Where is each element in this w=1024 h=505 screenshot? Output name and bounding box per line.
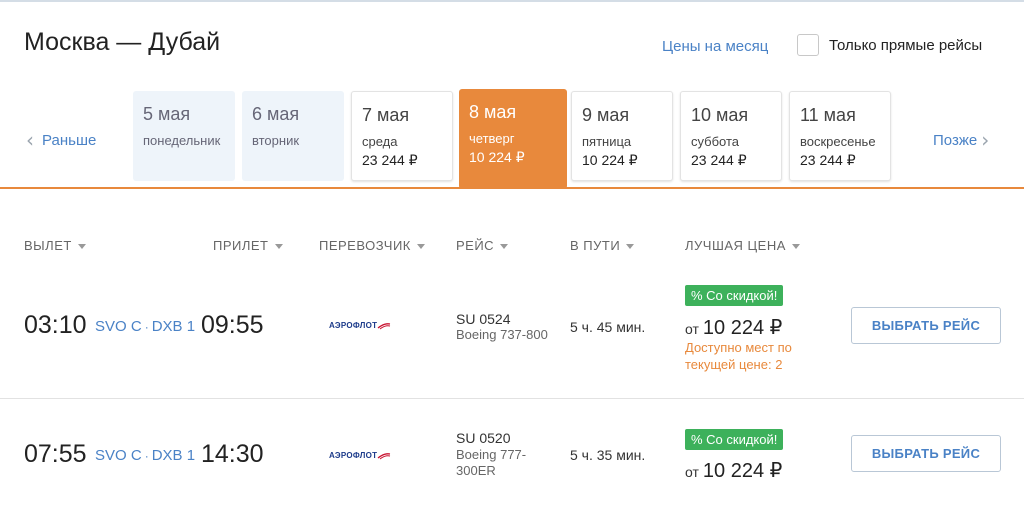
date-card-weekday: пятница — [582, 134, 632, 149]
date-card-date: 9 мая — [582, 105, 630, 125]
date-card-5[interactable]: 5 мая понедельник — [133, 91, 235, 181]
date-card-price: 23 244 ₽ — [691, 152, 747, 168]
date-card-6[interactable]: 6 мая вторник — [242, 91, 344, 181]
flight-number: SU 0524 — [456, 311, 511, 327]
earlier-dates-button[interactable]: ‹ Раньше — [26, 130, 96, 150]
date-card-date: 8 мая — [469, 102, 517, 122]
flight-number: SU 0520 — [456, 430, 511, 446]
from-airport: SVO C — [95, 318, 142, 335]
sort-arrow-icon — [791, 244, 800, 250]
sort-arrow-icon — [274, 244, 283, 250]
availability-note: Доступно мест по текущей цене: 2 — [685, 340, 792, 372]
flight-duration: 5 ч. 35 мин. — [570, 447, 646, 463]
wings-icon — [377, 452, 391, 459]
date-card-weekday: воскресенье — [800, 134, 876, 149]
airports-route: SVO C · DXB 1 — [95, 318, 195, 335]
sort-arrow-icon — [626, 244, 635, 250]
header-label: ВЫЛЕТ — [24, 238, 72, 253]
price-amount: 10 224 ₽ — [702, 460, 783, 482]
date-card-weekday: суббота — [691, 134, 740, 149]
to-airport: DXB 1 — [151, 318, 196, 335]
date-card-weekday: понедельник — [143, 133, 221, 148]
date-card-weekday: среда — [362, 134, 398, 149]
earlier-label: Раньше — [42, 131, 97, 149]
date-card-date: 6 мая — [252, 104, 300, 124]
chevron-right-icon: › — [981, 128, 990, 152]
date-card-8-selected[interactable]: 8 мая четверг 10 224 ₽ — [459, 89, 567, 189]
sort-arrow-icon — [77, 244, 86, 250]
sort-duration-header[interactable]: В ПУТИ — [570, 238, 635, 253]
flight-duration: 5 ч. 45 мин. — [570, 319, 646, 335]
sort-price-header[interactable]: ЛУЧШАЯ ЦЕНА — [685, 238, 800, 253]
chevron-left-icon: ‹ — [26, 128, 34, 152]
route-dot: · — [144, 449, 149, 463]
discount-badge: % Со скидкой! — [685, 285, 784, 306]
sort-arrow-icon — [416, 244, 425, 250]
date-card-weekday: четверг — [469, 131, 515, 146]
row-divider — [0, 398, 1024, 399]
date-card-price: 23 244 ₽ — [800, 152, 856, 168]
date-card-date: 7 мая — [362, 105, 410, 125]
header-label: В ПУТИ — [570, 238, 621, 253]
arrival-time: 09:55 — [201, 311, 264, 339]
from-airport: SVO C — [95, 447, 142, 464]
sort-flight-header[interactable]: РЕЙС — [456, 238, 509, 253]
price-amount: 10 224 ₽ — [702, 317, 783, 339]
header-label: РЕЙС — [456, 238, 495, 253]
airports-route: SVO C · DXB 1 — [95, 447, 195, 464]
date-card-11[interactable]: 11 мая воскресенье 23 244 ₽ — [789, 91, 891, 181]
to-airport: DXB 1 — [151, 447, 196, 464]
route-title: Москва — Дубай — [24, 28, 221, 56]
select-flight-button[interactable]: ВЫБРАТЬ РЕЙС — [851, 307, 1001, 344]
sort-arrow-icon — [500, 244, 509, 250]
aeroflot-logo: АЭРОФЛОТ — [329, 451, 391, 460]
price-prefix: от — [685, 464, 699, 480]
price-prefix: от — [685, 321, 699, 337]
arrival-time: 14:30 — [201, 440, 264, 468]
date-card-weekday: вторник — [252, 133, 300, 148]
date-card-9[interactable]: 9 мая пятница 10 224 ₽ — [571, 91, 673, 181]
aircraft-type: Boeing 737-800 — [456, 327, 548, 342]
direct-flights-toggle[interactable]: Только прямые рейсы — [797, 34, 982, 56]
header-label: ПРИЛЕТ — [213, 238, 269, 253]
header-label: ЛУЧШАЯ ЦЕНА — [685, 238, 786, 253]
sort-arrival-header[interactable]: ПРИЛЕТ — [213, 238, 283, 253]
sort-carrier-header[interactable]: ПЕРЕВОЗЧИК — [319, 238, 425, 253]
aircraft-type: Boeing 777-300ER — [456, 447, 527, 478]
aeroflot-logo: АЭРОФЛОТ — [329, 321, 391, 330]
date-bar-underline — [0, 187, 1024, 189]
select-flight-button[interactable]: ВЫБРАТЬ РЕЙС — [851, 435, 1001, 472]
date-card-10[interactable]: 10 мая суббота 23 244 ₽ — [680, 91, 782, 181]
discount-badge: % Со скидкой! — [685, 429, 784, 450]
direct-flights-checkbox[interactable] — [797, 34, 819, 56]
date-card-7[interactable]: 7 мая среда 23 244 ₽ — [351, 91, 453, 181]
month-prices-link[interactable]: Цены на месяц — [662, 38, 768, 55]
header-label: ПЕРЕВОЗЧИК — [319, 238, 411, 253]
route-dot: · — [144, 320, 149, 334]
later-label: Позже — [933, 131, 978, 149]
price-line: от 10 224 ₽ — [685, 315, 782, 340]
date-card-date: 5 мая — [143, 104, 191, 124]
sort-departure-header[interactable]: ВЫЛЕТ — [24, 238, 86, 253]
direct-flights-label: Только прямые рейсы — [829, 36, 983, 54]
wings-icon — [377, 322, 391, 329]
date-card-date: 10 мая — [691, 105, 749, 125]
date-card-price: 23 244 ₽ — [362, 152, 418, 168]
date-card-price: 10 224 ₽ — [469, 149, 525, 165]
departure-time: 03:10 — [24, 311, 87, 339]
logo-wordmark: АЭРОФЛОТ — [329, 321, 378, 330]
top-border — [0, 0, 1024, 2]
departure-time: 07:55 — [24, 440, 87, 468]
price-line: от 10 224 ₽ — [685, 458, 782, 483]
date-card-price: 10 224 ₽ — [582, 152, 638, 168]
logo-wordmark: АЭРОФЛОТ — [329, 451, 378, 460]
date-card-date: 11 мая — [800, 105, 856, 125]
later-dates-button[interactable]: Позже › — [933, 130, 989, 150]
